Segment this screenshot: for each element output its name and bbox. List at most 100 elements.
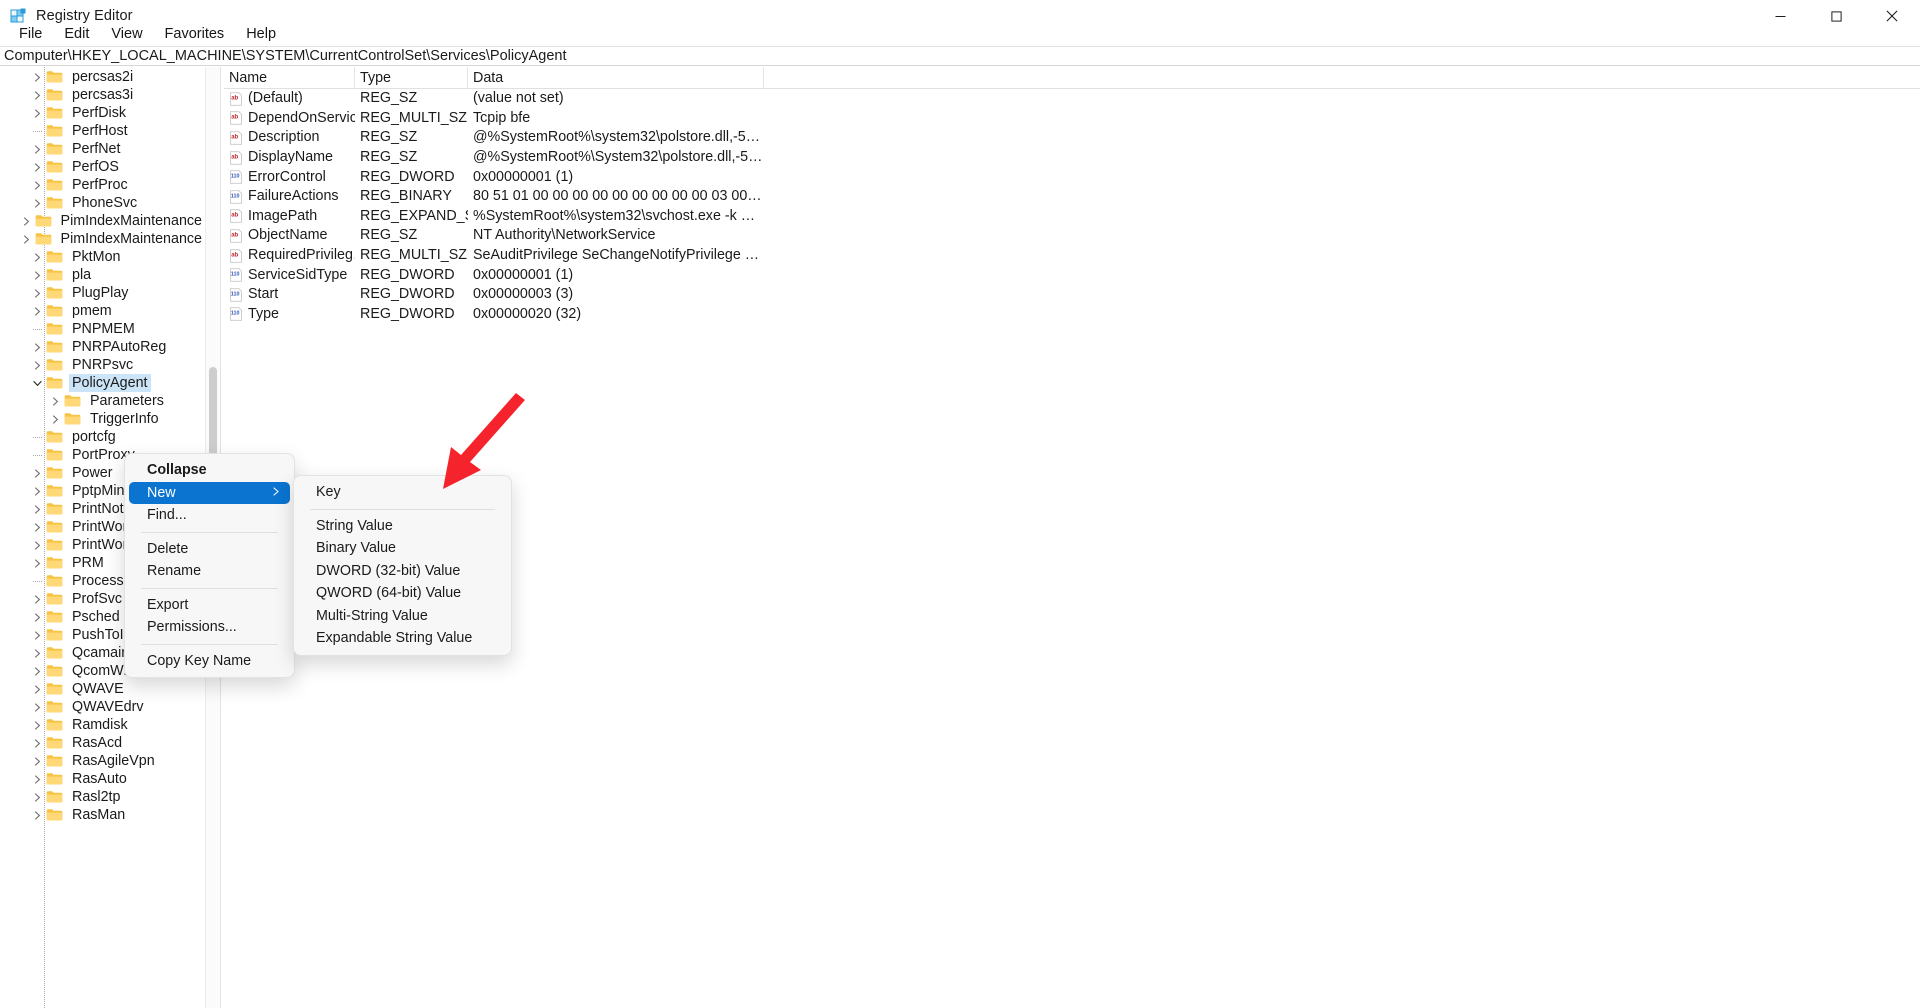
- table-row[interactable]: 110 FailureActions REG_BINARY 80 51 01 00 0…: [224, 187, 1920, 207]
- menu-favorites[interactable]: Favorites: [154, 23, 236, 45]
- chevron-right-icon[interactable]: [30, 644, 45, 662]
- chevron-right-icon[interactable]: [30, 266, 45, 284]
- chevron-right-icon[interactable]: [30, 176, 45, 194]
- chevron-right-icon[interactable]: [48, 392, 63, 410]
- tree-item-perfnet[interactable]: PerfNet: [0, 140, 205, 158]
- chevron-right-icon[interactable]: [30, 104, 45, 122]
- table-row[interactable]: ab ObjectName REG_SZ NT Authority\NetworkSe…: [224, 226, 1920, 246]
- table-row[interactable]: ab DisplayName REG_SZ @%SystemRoot%\System3…: [224, 148, 1920, 168]
- submenu-qword-64-bit-value[interactable]: QWORD (64-bit) Value: [298, 582, 507, 605]
- chevron-right-icon[interactable]: [19, 212, 34, 230]
- tree-item-perfos[interactable]: PerfOS: [0, 158, 205, 176]
- chevron-right-icon[interactable]: [30, 248, 45, 266]
- table-row[interactable]: ab (Default) REG_SZ (value not set): [224, 89, 1920, 109]
- tree-context-menu[interactable]: Collapse New Find... Delete Rename Export Perm…: [124, 453, 295, 678]
- tree-item-portcfg[interactable]: portcfg: [0, 428, 205, 446]
- tree-item-rasl2tp[interactable]: Rasl2tp: [0, 788, 205, 806]
- chevron-right-icon[interactable]: [30, 770, 45, 788]
- submenu-string-value[interactable]: String Value: [298, 515, 507, 538]
- chevron-right-icon[interactable]: [30, 626, 45, 644]
- ctx-new[interactable]: New: [129, 481, 290, 504]
- tree-item-rasauto[interactable]: RasAuto: [0, 770, 205, 788]
- ctx-delete[interactable]: Delete: [129, 538, 290, 561]
- menu-edit[interactable]: Edit: [53, 23, 100, 45]
- chevron-right-icon[interactable]: [30, 158, 45, 176]
- chevron-right-icon[interactable]: [30, 734, 45, 752]
- table-row[interactable]: ab Description REG_SZ @%SystemRoot%\system3…: [224, 128, 1920, 148]
- column-header-data[interactable]: Data: [468, 66, 764, 89]
- chevron-right-icon[interactable]: [30, 680, 45, 698]
- chevron-right-icon[interactable]: [30, 536, 45, 554]
- chevron-right-icon[interactable]: [30, 788, 45, 806]
- chevron-right-icon[interactable]: [30, 608, 45, 626]
- column-header-type[interactable]: Type: [355, 66, 468, 89]
- ctx-permissions[interactable]: Permissions...: [129, 616, 290, 639]
- table-row[interactable]: 110 Type REG_DWORD 0x00000020 (32): [224, 305, 1920, 325]
- tree-item-phonesvc[interactable]: PhoneSvc: [0, 194, 205, 212]
- tree-item-percsas2i[interactable]: percsas2i: [0, 68, 205, 86]
- chevron-right-icon[interactable]: [30, 662, 45, 680]
- submenu-multi-string-value[interactable]: Multi-String Value: [298, 605, 507, 628]
- tree-item-perfdisk[interactable]: PerfDisk: [0, 104, 205, 122]
- menu-help[interactable]: Help: [235, 23, 287, 45]
- menu-view[interactable]: View: [100, 23, 153, 45]
- tree-item-rasman[interactable]: RasMan: [0, 806, 205, 824]
- chevron-right-icon[interactable]: [48, 410, 63, 428]
- tree-item-percsas3i[interactable]: percsas3i: [0, 86, 205, 104]
- chevron-right-icon[interactable]: [30, 464, 45, 482]
- chevron-right-icon[interactable]: [30, 338, 45, 356]
- tree-item-pktmon[interactable]: PktMon: [0, 248, 205, 266]
- tree-item-pnrpsvc[interactable]: PNRPsvc: [0, 356, 205, 374]
- submenu-expandable-string-value[interactable]: Expandable String Value: [298, 627, 507, 650]
- submenu-dword-32-bit-value[interactable]: DWORD (32-bit) Value: [298, 560, 507, 583]
- tree-item-pnpmem[interactable]: PNPMEM: [0, 320, 205, 338]
- chevron-right-icon[interactable]: [19, 230, 34, 248]
- submenu-key[interactable]: Key: [298, 481, 507, 504]
- chevron-right-icon[interactable]: [30, 194, 45, 212]
- chevron-right-icon[interactable]: [30, 752, 45, 770]
- tree-item-rasagilevpn[interactable]: RasAgileVpn: [0, 752, 205, 770]
- ctx-rename[interactable]: Rename: [129, 560, 290, 583]
- chevron-right-icon[interactable]: [30, 806, 45, 824]
- tree-item-pimindexmaintenance[interactable]: PimIndexMaintenance: [0, 230, 205, 248]
- chevron-right-icon[interactable]: [30, 86, 45, 104]
- column-header-name[interactable]: Name: [224, 66, 355, 89]
- tree-item-ramdisk[interactable]: Ramdisk: [0, 716, 205, 734]
- chevron-right-icon[interactable]: [30, 716, 45, 734]
- tree-item-perfproc[interactable]: PerfProc: [0, 176, 205, 194]
- tree-item-pnrpautoreg[interactable]: PNRPAutoReg: [0, 338, 205, 356]
- chevron-right-icon[interactable]: [30, 482, 45, 500]
- tree-item-qwave[interactable]: QWAVE: [0, 680, 205, 698]
- tree-item-pmem[interactable]: pmem: [0, 302, 205, 320]
- table-row[interactable]: ab ImagePath REG_EXPAND_SZ %SystemRoot%\sys…: [224, 207, 1920, 227]
- table-row[interactable]: ab DependOnService REG_MULTI_SZ Tcpip bfe: [224, 109, 1920, 129]
- chevron-right-icon[interactable]: [30, 140, 45, 158]
- address-path[interactable]: Computer\HKEY_LOCAL_MACHINE\SYSTEM\Curre…: [0, 47, 566, 66]
- submenu-binary-value[interactable]: Binary Value: [298, 537, 507, 560]
- new-submenu[interactable]: Key String Value Binary Value DWORD (32-bit…: [293, 475, 512, 656]
- chevron-right-icon[interactable]: [30, 302, 45, 320]
- tree-item-qwavedrv[interactable]: QWAVEdrv: [0, 698, 205, 716]
- tree-item-perfhost[interactable]: PerfHost: [0, 122, 205, 140]
- chevron-right-icon[interactable]: [30, 500, 45, 518]
- tree-item-triggerinfo[interactable]: TriggerInfo: [0, 410, 205, 428]
- chevron-right-icon[interactable]: [30, 356, 45, 374]
- ctx-export[interactable]: Export: [129, 594, 290, 617]
- tree-item-pimindexmaintenance[interactable]: PimIndexMaintenance: [0, 212, 205, 230]
- chevron-right-icon[interactable]: [30, 590, 45, 608]
- ctx-copy-key-name[interactable]: Copy Key Name: [129, 650, 290, 673]
- ctx-collapse[interactable]: Collapse: [129, 459, 290, 482]
- chevron-right-icon[interactable]: [30, 68, 45, 86]
- chevron-down-icon[interactable]: [30, 374, 45, 392]
- chevron-right-icon[interactable]: [30, 698, 45, 716]
- address-bar[interactable]: Computer\HKEY_LOCAL_MACHINE\SYSTEM\Curre…: [0, 46, 1920, 66]
- tree-item-parameters[interactable]: Parameters: [0, 392, 205, 410]
- table-row[interactable]: ab RequiredPrivileg… REG_MULTI_SZ SeAuditPr…: [224, 246, 1920, 266]
- tree-item-rasacd[interactable]: RasAcd: [0, 734, 205, 752]
- table-row[interactable]: 110 ServiceSidType REG_DWORD 0x00000001 (1): [224, 265, 1920, 285]
- tree-item-policyagent[interactable]: PolicyAgent: [0, 374, 205, 392]
- tree-item-plugplay[interactable]: PlugPlay: [0, 284, 205, 302]
- chevron-right-icon[interactable]: [30, 554, 45, 572]
- ctx-find[interactable]: Find...: [129, 504, 290, 527]
- menu-file[interactable]: File: [8, 23, 53, 45]
